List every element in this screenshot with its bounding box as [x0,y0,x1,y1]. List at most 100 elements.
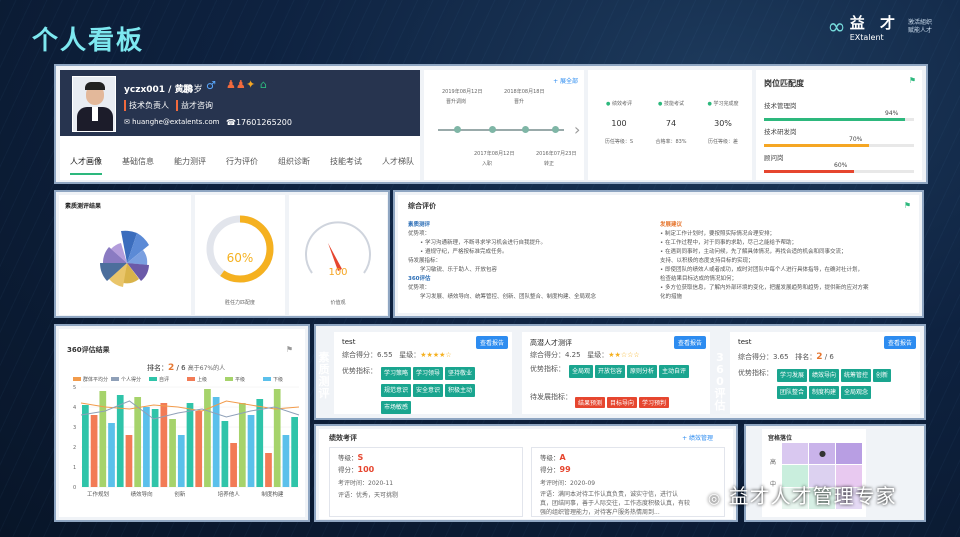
r360-tags: 学习发展 绩效导向 统筹管控 创新团队整合 制度构建 全局观念 [776,366,916,400]
test-name: 高潜人才测评 [530,339,572,347]
home-icon: ⌂ [260,78,267,91]
tab-portrait[interactable]: 人才画像 [70,156,102,175]
match-label: 技术管理岗 [764,102,797,110]
bar [230,443,237,487]
timeline-dot[interactable] [454,126,461,133]
profile-email-row: ✉ huanghe@extalents.com [124,118,220,126]
s360-chart: 群体平均分 个人得分 自评 上级 平级 下级 0 1 2 3 4 5 工作规划 绩效导向 创新 培养他人 制度构… [73,376,300,498]
tag: 统筹管控 [841,369,872,382]
match-list: 技术管理岗 94% 技术研发岗 70% 顾问岗 60% [764,100,914,178]
bar [247,415,255,487]
match-bar [764,118,914,121]
flag-icon[interactable]: ⚑ [286,345,293,354]
view-report-button[interactable]: 查看报告 [475,336,508,349]
timeline-dot[interactable] [522,126,529,133]
bar [273,389,281,487]
bar [90,415,98,487]
view-report-button[interactable]: 查看报告 [673,336,706,349]
grid9-title: 宫格落位 [768,435,793,442]
gauge-value: 100 [328,267,348,278]
chevron-right-icon[interactable]: › [574,120,580,139]
r360-adv-label: 优势指标： [738,369,773,377]
watermark: ◎ 益才人才管理专家 [708,484,897,508]
logo-icon: ∞ [827,14,846,40]
legend-label: 群体平均分 [83,376,108,383]
tag: 全局观念 [841,386,872,399]
suzhi-label: 素质测评 [318,351,330,400]
gauge-value: 60% [226,251,254,265]
x-tick-label: 绩效导向 [131,490,153,498]
match-value: 94% [885,110,899,117]
tag: 原则分析 [627,365,658,378]
view-report-button[interactable]: 查看报告 [883,336,916,349]
timeline-dot[interactable] [489,126,496,133]
profile-phone-row: ☎17601265200 [226,118,292,127]
tab-exam[interactable]: 技能考试 [330,156,362,175]
tag: 学习领导 [413,367,444,380]
timeline-date: 2016年07月23日 [536,151,577,157]
tab-org[interactable]: 组织诊断 [278,156,310,175]
flag-icon[interactable]: ⚑ [909,76,916,85]
flag-icon[interactable]: ⚑ [904,201,911,210]
tab-ability[interactable]: 能力测评 [174,156,206,175]
match-value: 60% [834,162,848,169]
tag: 目标导向 [607,397,638,408]
bar [134,397,142,487]
bar [282,435,290,487]
test-adv-label: 优势指标： [342,367,377,375]
logo-slogan: 激活組织 赋能人才 [907,19,932,34]
legend-swatch [73,377,81,381]
bar [265,453,272,487]
tag: 团队整合 [777,386,808,399]
page-title: 个人看板 [32,26,145,56]
r360-name: test [738,338,752,346]
tab-behavior[interactable]: 行为评价 [226,156,258,175]
timeline-more-link[interactable]: + 展全部 [553,76,578,85]
y-tick-label: 3 [73,425,76,431]
test-tags: 学习策略 学习领导 坚持敬业规范意识 安全意识 积极主动市场敏感 [380,364,506,415]
test-card: test 查看报告 综合得分：6.55 星级：★★★★☆ 优势指标： 学习策略学… [334,332,512,414]
perf-record: 等级：A 得分：99 考评时间：2020-09 评语：满同本对待工作认真负责，诚… [531,447,725,517]
bar [212,397,220,487]
legend-label: 下级 [273,376,283,383]
tab-basic[interactable]: 基础信息 [122,156,154,175]
tab-talent[interactable]: 人才梯队 [382,156,414,175]
match-label: 顾问岗 [764,154,784,162]
perf-manage-link[interactable]: + 绩效管理 [682,433,713,442]
profile-tabs: 人才画像 基础信息 能力测评 行为评价 组织诊断 技能考试 人才梯队 [70,156,414,175]
bar [291,417,298,487]
match-item: 技术研发岗 70% [764,126,914,152]
book-icon: ● [707,101,712,107]
r360-card: test 查看报告 综合得分：3.65 排名：2 / 6 优势指标： 学习发展绩… [730,332,920,414]
tag: 市场敏感 [381,401,412,414]
tag: 开放包容 [595,365,626,378]
s360-card: 360评估结果 ⚑ 排名：2 / 6 高于67%的人 群体平均分 个人得分 自评 上级… [59,329,305,517]
s360-title: 360评估结果 [67,346,110,354]
x-tick-label: 工作规划 [87,490,109,498]
star-rating: ★★☆☆☆ [608,351,640,359]
radar-card: 素质测评结果 [59,195,191,315]
tag: 主动自评 [659,365,690,378]
match-item: 技术管理岗 94% [764,100,914,126]
bar [108,423,115,487]
timeline-card: + 展全部 › 2019年08月12日 晋升调岗 2018年08月18日 晋升 … [424,70,584,180]
timeline-label: 入职 [482,161,493,167]
timeline-dot[interactable] [552,126,559,133]
profile-panel: yczx001 / 黄鹏 28岁 ♂ ♟♟ ✦ ⌂ 技术负责人 益才咨询 ✉ h… [54,64,928,184]
team-icon: ♟♟ [226,78,246,91]
tag: 制度构建 [809,386,840,399]
x-tick-label: 创新 [174,490,186,498]
legend-swatch [187,377,195,381]
phone-icon: ☎ [226,118,236,127]
stats-card: ● 绩效考评 100 历任等级：S ● 技能考试 74 合格率：83% ● 学习… [588,70,752,180]
tag: 安全意识 [413,384,444,397]
logo-en: EXtalent [849,33,884,42]
legend-swatch [111,377,119,381]
bar [151,409,159,487]
bar [143,407,150,487]
match-value: 70% [849,136,863,143]
rose-chart [100,230,149,287]
timeline-date: 2019年08月12日 [442,89,483,95]
perf-title: 绩效考评 [329,434,357,442]
gauge-values-card: 100 价值观 [289,195,387,315]
